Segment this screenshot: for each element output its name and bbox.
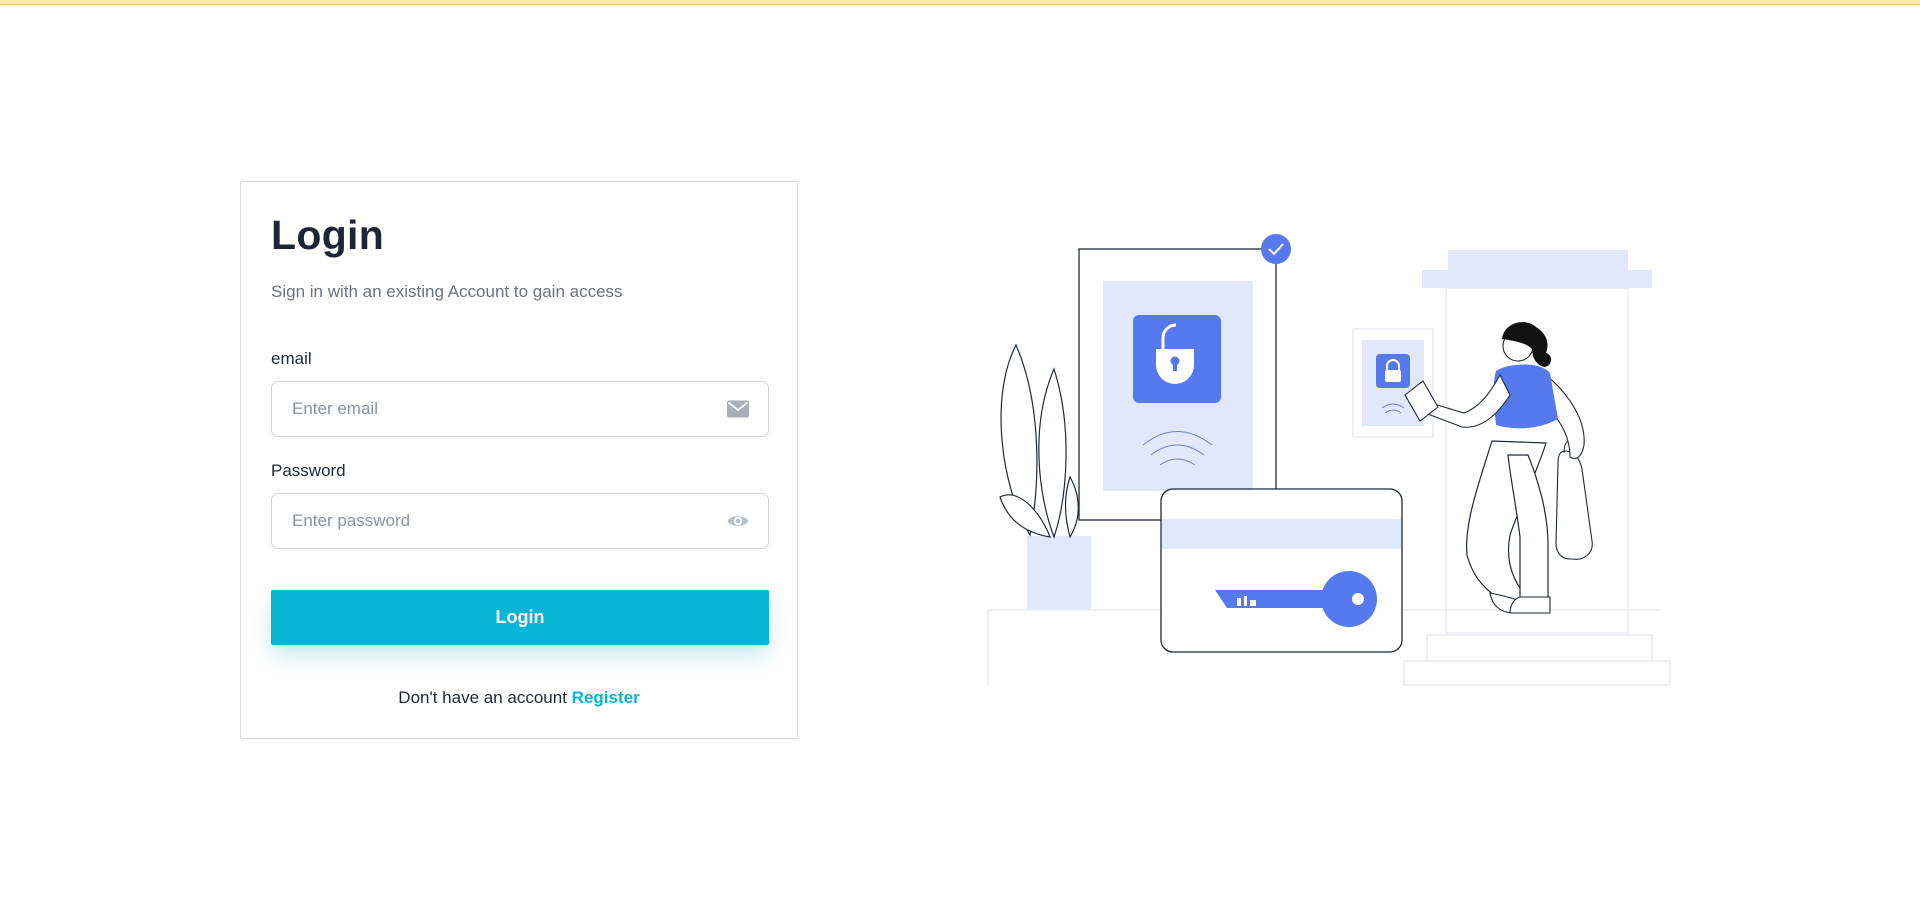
password-field[interactable]	[292, 494, 702, 548]
potted-plant	[999, 343, 1091, 609]
login-title: Login	[271, 212, 385, 258]
top-accent-strip	[0, 0, 1920, 5]
password-field-wrapper	[271, 493, 769, 549]
register-prompt: Don't have an account	[398, 688, 567, 707]
email-label: email	[271, 349, 312, 368]
email-field[interactable]	[292, 382, 702, 436]
register-prompt-line: Don't have an account Register	[241, 687, 797, 709]
access-card-with-key	[1160, 488, 1403, 653]
login-card: Login Sign in with an existing Account t…	[240, 181, 798, 739]
eye-icon[interactable]	[726, 511, 750, 531]
password-label: Password	[271, 461, 346, 480]
login-button[interactable]: Login	[271, 590, 769, 645]
security-unlock-illustration	[987, 234, 1671, 686]
register-link[interactable]: Register	[572, 688, 640, 707]
unlock-screen-panel	[1078, 234, 1291, 521]
email-field-wrapper	[271, 381, 769, 437]
login-subtitle: Sign in with an existing Account to gain…	[271, 282, 623, 301]
envelope-icon	[726, 399, 750, 419]
